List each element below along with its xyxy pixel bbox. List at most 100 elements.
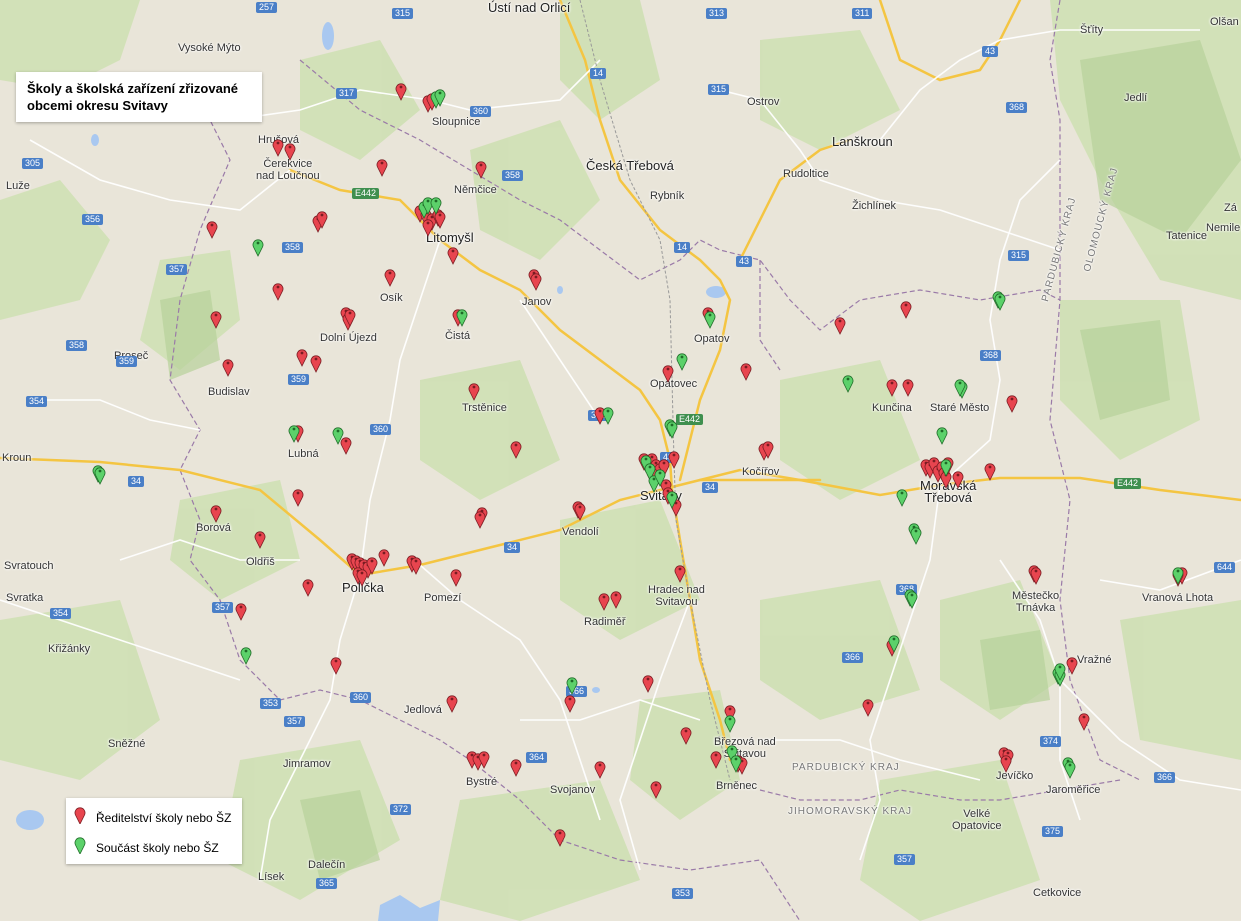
- school-part-marker-dot: [670, 493, 674, 497]
- director-school-marker-dot: [1006, 751, 1010, 755]
- director-school-marker-dot: [472, 385, 476, 389]
- director-school-marker-dot: [214, 313, 218, 317]
- school-part-marker-dot: [292, 427, 296, 431]
- school-part-marker-dot: [98, 469, 102, 473]
- director-school-marker-dot: [470, 753, 474, 757]
- director-school-marker-dot: [1010, 397, 1014, 401]
- director-school-marker-dot: [666, 489, 670, 493]
- director-school-marker-dot: [399, 85, 403, 89]
- school-part-marker-dot: [846, 377, 850, 381]
- director-school-marker-dot: [578, 505, 582, 509]
- director-school-marker-dot: [226, 361, 230, 365]
- director-school-marker-dot: [728, 707, 732, 711]
- director-school-marker-dot: [360, 571, 364, 575]
- school-part-marker-dot: [648, 465, 652, 469]
- director-school-marker-dot: [890, 381, 894, 385]
- school-part-marker-dot: [652, 477, 656, 481]
- director-school-marker-dot: [514, 761, 518, 765]
- director-school-marker-dot: [558, 831, 562, 835]
- school-part-marker-dot: [434, 199, 438, 203]
- director-school-marker-dot: [614, 593, 618, 597]
- director-school-marker-dot: [838, 319, 842, 323]
- director-school-marker-dot: [344, 439, 348, 443]
- green-marker-icon: [74, 837, 86, 854]
- director-school-marker-dot: [258, 533, 262, 537]
- director-school-marker-dot: [744, 365, 748, 369]
- director-school-marker-dot: [664, 481, 668, 485]
- school-part-marker-dot: [944, 461, 948, 465]
- school-part-marker-dot: [1058, 665, 1062, 669]
- school-part-marker-dot: [426, 199, 430, 203]
- director-school-marker-dot: [598, 763, 602, 767]
- director-school-marker-dot: [672, 453, 676, 457]
- director-school-marker-dot: [414, 559, 418, 563]
- school-part-marker-dot: [900, 491, 904, 495]
- map-title: Školy a školská zařízení zřizované obcem…: [27, 81, 238, 113]
- director-school-marker-dot: [454, 571, 458, 575]
- director-school-marker-dot: [1034, 569, 1038, 573]
- director-school-marker-dot: [662, 461, 666, 465]
- director-school-marker-dot: [450, 697, 454, 701]
- legend: Ředitelství školy nebo ŠZ Součást školy …: [66, 798, 242, 864]
- director-school-marker-dot: [276, 141, 280, 145]
- director-school-marker-dot: [514, 443, 518, 447]
- school-part-marker-dot: [998, 295, 1002, 299]
- director-school-marker-dot: [214, 507, 218, 511]
- director-school-marker-dot: [334, 659, 338, 663]
- director-school-marker-dot: [766, 443, 770, 447]
- director-school-marker-dot: [210, 223, 214, 227]
- director-school-marker-dot: [646, 677, 650, 681]
- director-school-marker-dot: [438, 213, 442, 217]
- director-school-marker-dot: [1070, 659, 1074, 663]
- director-school-marker-dot: [320, 213, 324, 217]
- school-part-marker-dot: [460, 311, 464, 315]
- school-part-marker-dot: [336, 429, 340, 433]
- director-school-marker-dot: [388, 271, 392, 275]
- director-school-marker-dot: [478, 513, 482, 517]
- director-school-marker-dot: [932, 459, 936, 463]
- school-markers: [92, 83, 1188, 847]
- director-school-marker-dot: [598, 409, 602, 413]
- director-school-marker-dot: [602, 595, 606, 599]
- school-part-marker-dot: [914, 529, 918, 533]
- director-school-marker-dot: [370, 559, 374, 563]
- school-part-marker-dot: [606, 409, 610, 413]
- school-part-marker-dot: [1176, 569, 1180, 573]
- director-school-marker-dot: [426, 221, 430, 225]
- school-part-marker-dot: [940, 429, 944, 433]
- school-part-marker-dot: [438, 91, 442, 95]
- director-school-marker-dot: [300, 351, 304, 355]
- school-part-marker-dot: [244, 649, 248, 653]
- director-school-marker-dot: [1004, 757, 1008, 761]
- director-school-marker-dot: [906, 381, 910, 385]
- school-part-marker-dot: [670, 423, 674, 427]
- director-school-marker-dot: [348, 311, 352, 315]
- director-school-marker-dot: [534, 275, 538, 279]
- director-school-marker-dot: [678, 567, 682, 571]
- director-school-marker-dot: [654, 783, 658, 787]
- director-school-marker-dot: [1082, 715, 1086, 719]
- director-school-marker-dot: [288, 145, 292, 149]
- school-part-marker-dot: [570, 679, 574, 683]
- director-school-marker-dot: [296, 491, 300, 495]
- director-school-marker-dot: [276, 285, 280, 289]
- director-school-marker-dot: [904, 303, 908, 307]
- legend-label-director: Ředitelství školy nebo ŠZ: [96, 811, 232, 825]
- director-school-marker-dot: [380, 161, 384, 165]
- director-school-marker-dot: [306, 581, 310, 585]
- red-marker-icon: [74, 807, 86, 824]
- director-school-marker-dot: [956, 473, 960, 477]
- director-school-marker-dot: [479, 163, 483, 167]
- school-part-marker-dot: [256, 241, 260, 245]
- legend-label-part: Součást školy nebo ŠZ: [96, 841, 219, 855]
- director-school-marker-dot: [382, 551, 386, 555]
- school-part-marker-dot: [958, 381, 962, 385]
- director-school-marker-dot: [666, 367, 670, 371]
- director-school-marker-dot: [988, 465, 992, 469]
- director-school-marker-dot: [568, 697, 572, 701]
- school-part-marker-dot: [658, 471, 662, 475]
- director-school-marker-dot: [714, 753, 718, 757]
- school-part-marker-dot: [644, 457, 648, 461]
- school-part-marker-dot: [730, 747, 734, 751]
- director-school-marker-dot: [684, 729, 688, 733]
